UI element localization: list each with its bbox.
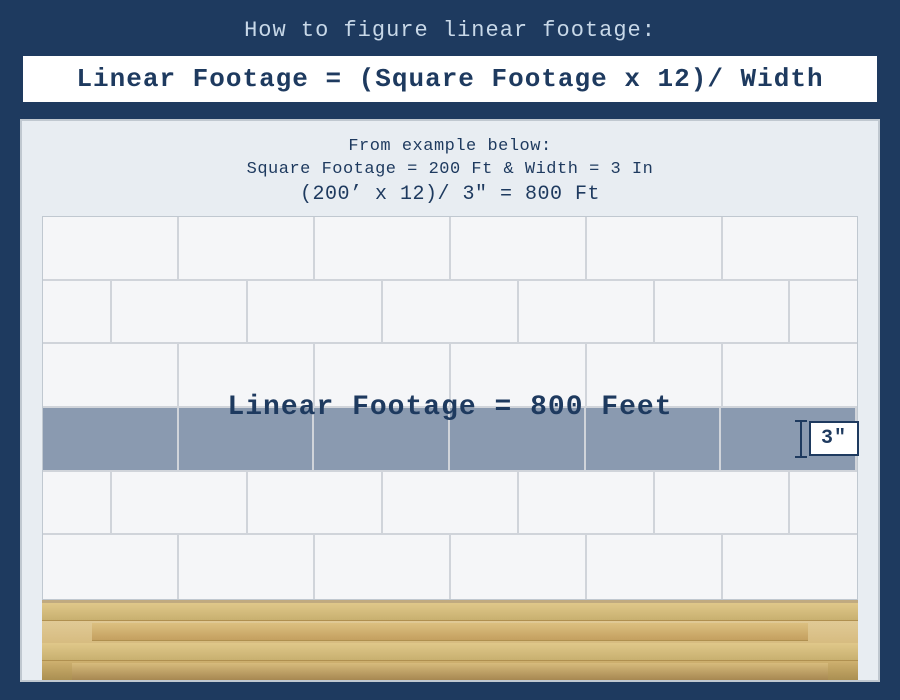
tile bbox=[723, 217, 857, 279]
tile bbox=[112, 281, 248, 343]
tile bbox=[790, 472, 857, 534]
measurement-row: 3″ bbox=[43, 408, 857, 472]
tile bbox=[790, 281, 857, 343]
width-indicator: 3″ bbox=[795, 420, 859, 458]
formula-text: Linear Footage = (Square Footage x 12)/ … bbox=[76, 64, 823, 94]
floor-plank bbox=[42, 603, 858, 621]
bracket-vert bbox=[800, 422, 802, 456]
tile bbox=[248, 472, 384, 534]
tile bbox=[383, 472, 519, 534]
tile bbox=[723, 344, 857, 406]
tile bbox=[451, 535, 587, 599]
tile bbox=[315, 344, 451, 406]
main-container: From example below: Square Footage = 200… bbox=[20, 119, 880, 682]
tile bbox=[112, 472, 248, 534]
tile bbox=[587, 344, 723, 406]
tile bbox=[43, 217, 179, 279]
tile bbox=[655, 281, 791, 343]
tile bbox=[519, 281, 655, 343]
tile bbox=[43, 408, 179, 470]
tile bbox=[315, 217, 451, 279]
tile bbox=[314, 408, 450, 470]
tile bbox=[43, 344, 179, 406]
tile bbox=[179, 217, 315, 279]
tile bbox=[450, 408, 586, 470]
tile bbox=[179, 408, 315, 470]
tile bbox=[179, 535, 315, 599]
tile-row bbox=[43, 535, 857, 599]
tile bbox=[383, 281, 519, 343]
tile bbox=[451, 217, 587, 279]
page-title: How to figure linear footage: bbox=[244, 18, 656, 43]
tile bbox=[315, 535, 451, 599]
formula-box: Linear Footage = (Square Footage x 12)/ … bbox=[20, 53, 880, 105]
floor-shadow bbox=[42, 660, 858, 680]
tile bbox=[179, 344, 315, 406]
floor-plank bbox=[42, 643, 858, 661]
tile bbox=[43, 535, 179, 599]
tile bbox=[519, 472, 655, 534]
width-label: 3″ bbox=[809, 421, 859, 456]
example-intro: From example below: bbox=[42, 137, 858, 156]
tile bbox=[587, 217, 723, 279]
width-bracket bbox=[795, 420, 807, 458]
example-given: Square Footage = 200 Ft & Width = 3 In bbox=[42, 160, 858, 179]
tile bbox=[655, 472, 791, 534]
tile-row bbox=[43, 344, 857, 408]
bracket-bottom bbox=[795, 456, 807, 458]
tile bbox=[451, 344, 587, 406]
tile-wall: 3″ bbox=[42, 216, 858, 600]
tile-row bbox=[43, 281, 857, 345]
tile bbox=[43, 472, 112, 534]
example-calc: (200’ x 12)/ 3″ = 800 Ft bbox=[42, 183, 858, 206]
tile-row bbox=[43, 472, 857, 536]
tile bbox=[587, 535, 723, 599]
tile bbox=[586, 408, 722, 470]
tile bbox=[723, 535, 857, 599]
tile-row bbox=[43, 217, 857, 281]
tile bbox=[43, 281, 112, 343]
tile bbox=[248, 281, 384, 343]
floor-plank bbox=[92, 623, 808, 641]
tile-wall-container: Linear Footage = 800 Feet bbox=[42, 216, 858, 680]
floor-area bbox=[42, 600, 858, 680]
